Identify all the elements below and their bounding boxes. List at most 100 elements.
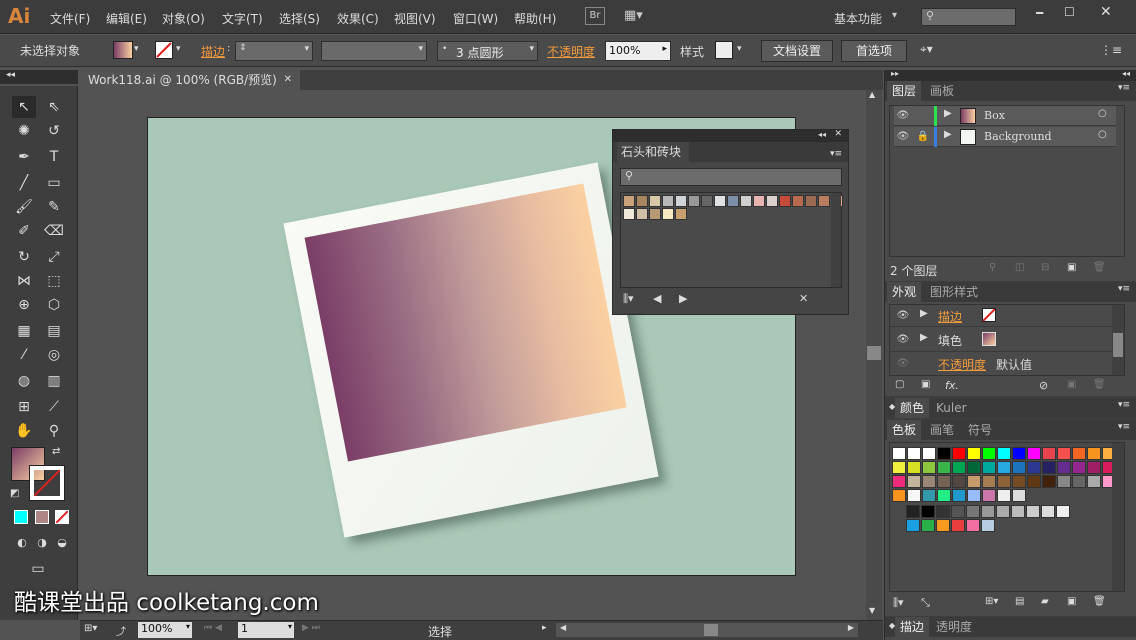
swatch[interactable] [623, 195, 635, 207]
style-swatch[interactable] [715, 41, 733, 59]
target-icon[interactable]: ○ [1098, 108, 1107, 119]
gradient-mode-icon[interactable] [35, 510, 49, 524]
swatch[interactable] [1057, 447, 1071, 460]
scale-tool-icon[interactable]: ⤢ [42, 246, 66, 268]
swatch[interactable] [727, 195, 739, 207]
tab-stroke[interactable]: 描边 [895, 617, 930, 637]
lasso-tool-icon[interactable]: ↺ [42, 120, 66, 142]
blob-brush-tool-icon[interactable]: ✐ [12, 220, 36, 242]
previous-library-icon[interactable]: ◀ [653, 292, 661, 305]
gradient-photo[interactable] [304, 183, 627, 462]
duplicate-item-icon[interactable]: ▣ [1067, 379, 1076, 390]
share-icon[interactable]: ⤴ [116, 623, 126, 638]
zoom-tool-icon[interactable]: ⚲ [42, 420, 66, 442]
magic-wand-tool-icon[interactable]: ✺ [12, 120, 36, 142]
swatch[interactable] [997, 461, 1011, 474]
swatch[interactable] [982, 475, 996, 488]
swatch[interactable] [997, 475, 1011, 488]
new-folder-icon[interactable]: ▰ [1041, 596, 1049, 607]
swatch[interactable] [753, 195, 765, 207]
visibility-icon[interactable]: 👁 [896, 131, 910, 143]
color-mode-icon[interactable] [14, 510, 28, 524]
horizontal-scrollbar[interactable]: ◀ ▶ [556, 623, 858, 637]
swatch[interactable] [981, 519, 995, 532]
dock-collapse-icon[interactable]: ◂◂ [1122, 69, 1130, 78]
vertical-scrollbar[interactable]: ▲ ▼ [866, 90, 882, 620]
visibility-icon[interactable]: 👁 [896, 310, 910, 322]
tab-swatches[interactable]: 色板 [887, 420, 922, 440]
stroke-swatch[interactable] [982, 308, 996, 322]
clipping-mask-icon[interactable]: ◫ [1015, 262, 1024, 273]
swatch[interactable] [952, 447, 966, 460]
swatch[interactable] [922, 489, 936, 502]
swatch[interactable] [922, 461, 936, 474]
stroke-weight-field[interactable]: ⇕ ▾ [235, 41, 313, 61]
stroke-label[interactable]: 描边 [938, 308, 962, 325]
appearance-stroke-row[interactable]: 👁 ▶ 描边 [890, 305, 1112, 327]
draw-inside-icon[interactable]: ◒ [50, 532, 74, 554]
swatch[interactable] [982, 489, 996, 502]
opacity-field[interactable]: 100% ▸ [605, 41, 671, 61]
appearance-opacity-row[interactable]: 👁 不透明度 默认值 [890, 353, 1112, 375]
swatch[interactable] [921, 505, 935, 518]
tab-graphic-styles[interactable]: 图形样式 [925, 282, 983, 302]
shape-builder-tool-icon[interactable]: ⊕ [12, 294, 36, 316]
swatch[interactable] [1027, 475, 1041, 488]
swatch[interactable] [740, 195, 752, 207]
swatch-scrollbar[interactable] [831, 193, 841, 287]
zoom-field[interactable]: 100% ▾ [138, 622, 192, 638]
menu-effect[interactable]: 效果(C) [337, 10, 379, 27]
layer-row-background[interactable]: 👁 🔒 ▶ Background ○ [894, 127, 1116, 147]
swatch[interactable] [906, 505, 920, 518]
swatch[interactable] [701, 195, 713, 207]
swatch[interactable] [937, 475, 951, 488]
zoom-chevron-icon[interactable]: ▾ [186, 622, 190, 631]
menu-object[interactable]: 对象(O) [162, 10, 205, 27]
swatch[interactable] [966, 519, 980, 532]
swatch[interactable] [937, 461, 951, 474]
delete-layer-icon[interactable]: 🗑 [1093, 262, 1106, 273]
swatch[interactable] [805, 195, 817, 207]
workspace-switcher[interactable]: 基本功能 [834, 10, 882, 27]
scroll-thumb[interactable] [867, 346, 881, 360]
visibility-icon[interactable]: 👁 [896, 110, 910, 122]
stroke-swatch[interactable] [155, 41, 173, 59]
swatches-scrollbar[interactable] [1112, 443, 1124, 591]
last-artboard-icon[interactable]: ▶ ⏭ [302, 623, 320, 633]
stepper-icon[interactable]: ⇕ [239, 43, 247, 53]
locate-object-icon[interactable]: ⚲ [989, 262, 996, 273]
line-tool-icon[interactable]: ╱ [12, 172, 36, 194]
fill-label[interactable]: 填色 [938, 332, 962, 349]
minimize-icon[interactable]: ━ [1036, 6, 1043, 20]
swatch[interactable] [921, 519, 935, 532]
document-setup-button[interactable]: 文档设置 [761, 40, 833, 62]
dock-expand-icon[interactable]: ▸▸ [891, 69, 899, 78]
swatch[interactable] [675, 195, 687, 207]
free-transform-tool-icon[interactable]: ⬚ [42, 270, 66, 292]
type-tool-icon[interactable]: T [42, 146, 66, 168]
swatch[interactable] [1012, 489, 1026, 502]
none-mode-icon[interactable] [55, 510, 69, 524]
menu-edit[interactable]: 编辑(E) [106, 10, 147, 27]
swatch[interactable] [937, 489, 951, 502]
swatch[interactable] [1012, 475, 1026, 488]
layers-menu-icon[interactable]: ▾≡ [1118, 83, 1130, 93]
appearance-scroll-thumb[interactable] [1113, 333, 1123, 357]
variable-width-dropdown[interactable]: ▾ [321, 41, 427, 61]
swatch[interactable] [892, 475, 906, 488]
swatch[interactable] [906, 519, 920, 532]
swatch-search-input[interactable]: ⚲ [620, 168, 842, 186]
swatch[interactable] [675, 208, 687, 220]
show-swatch-kinds-icon[interactable]: ⤡ [921, 596, 930, 610]
direct-selection-tool-icon[interactable]: ⇖ [42, 96, 66, 118]
tab-color[interactable]: 颜色 [895, 398, 930, 418]
symbol-sprayer-tool-icon[interactable]: ◍ [12, 370, 36, 392]
swatch[interactable] [966, 505, 980, 518]
hand-tool-icon[interactable]: ✋ [12, 420, 36, 442]
swatch[interactable] [1057, 475, 1071, 488]
status-menu-icon[interactable]: ▸ [542, 623, 547, 633]
new-fill-icon[interactable]: ▣ [921, 379, 930, 390]
appearance-menu-icon[interactable]: ▾≡ [1118, 284, 1130, 294]
rotate-tool-icon[interactable]: ↻ [12, 246, 36, 268]
stroke-label[interactable]: 描边 [201, 43, 225, 60]
